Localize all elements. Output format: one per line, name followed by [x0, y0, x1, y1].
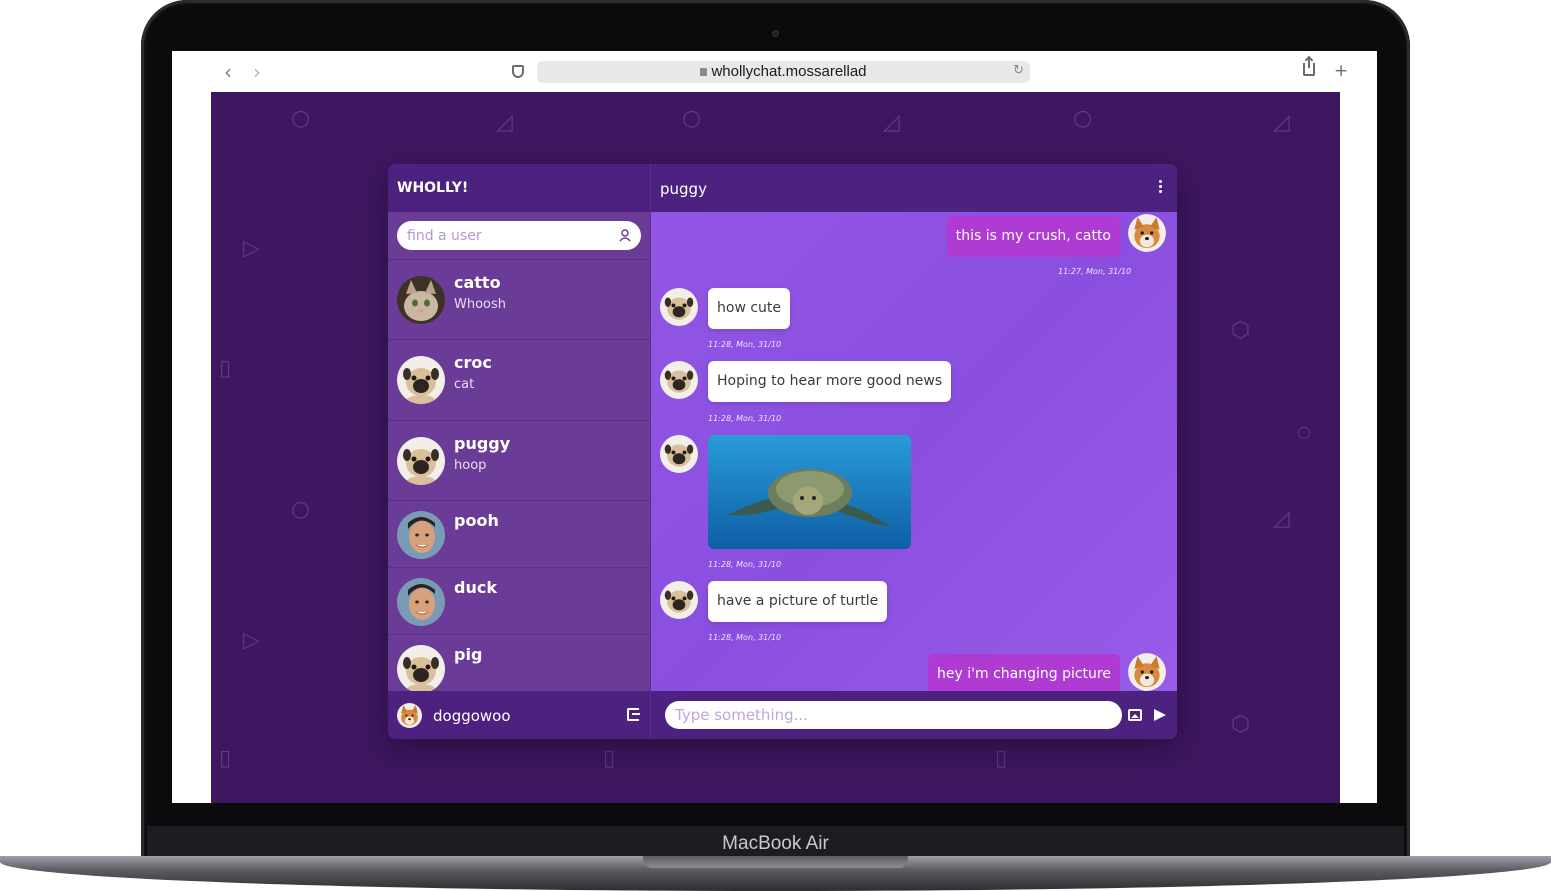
contact-name: duck: [454, 578, 497, 597]
contact-status: cat: [454, 377, 475, 392]
decor-rect-icon: ▯: [995, 746, 1008, 771]
message-timestamp: 11:27, Mon, 31/10: [1058, 267, 1132, 276]
contact-item-pig[interactable]: pig: [388, 635, 650, 691]
decor-triangle-icon: ◿: [1273, 110, 1290, 135]
turtle-image[interactable]: [708, 435, 911, 549]
new-tab-icon[interactable]: +: [1334, 61, 1348, 81]
decor-triangle-icon: ▷: [243, 628, 260, 653]
decor-rect-icon: ▯: [219, 746, 232, 771]
message-timestamp: 11:28, Mon, 31/10: [708, 340, 782, 349]
more-options-icon[interactable]: [1159, 180, 1162, 194]
message-timestamp: 11:28, Mon, 31/10: [708, 560, 782, 569]
sidebar-header: WHOLLY!: [388, 164, 650, 212]
avatar-man: [397, 578, 445, 626]
app-logo: WHOLLY!: [397, 180, 469, 196]
message-input[interactable]: [665, 701, 1122, 729]
avatar-cat: [397, 276, 445, 324]
avatar-pug: [660, 581, 698, 619]
avatar-pug: [397, 645, 445, 691]
avatar-pug: [397, 356, 445, 404]
url-text: whollychat.mossarellad: [711, 63, 867, 80]
message-bubble-incoming: how cute: [708, 288, 791, 329]
avatar-shiba: [1128, 653, 1166, 691]
back-button[interactable]: ‹: [224, 60, 232, 84]
contact-item-duck[interactable]: duck: [388, 568, 650, 635]
message-timestamp: 11:28, Mon, 31/10: [708, 633, 782, 642]
contact-item-pooh[interactable]: pooh: [388, 501, 650, 568]
sidebar: WHOLLY! find a user catto Whoosh croc ca…: [388, 164, 650, 739]
current-user-bar: doggowoo: [388, 691, 650, 739]
message-composer: [651, 691, 1177, 739]
contact-status: hoop: [454, 458, 487, 473]
message-list: this is my crush, catto 11:27, Mon, 31/1…: [651, 212, 1177, 691]
decor-rect-icon: ▯: [603, 746, 616, 771]
decor-triangle-icon: ▷: [243, 236, 260, 261]
laptop-notch: [643, 856, 908, 868]
address-bar[interactable]: whollychat.mossarellad ↻: [537, 61, 1030, 83]
screen: ‹ › whollychat.mossarellad ↻ + ○ ◿ ○ ◿ ○…: [172, 51, 1377, 803]
attach-image-icon[interactable]: [1128, 709, 1142, 721]
avatar-pug: [660, 435, 698, 473]
chat-header: puggy: [651, 164, 1177, 212]
avatar-shiba: [397, 703, 422, 728]
message-bubble-incoming: Hoping to hear more good news: [708, 361, 952, 402]
decor-circle-icon: ○: [682, 106, 702, 131]
avatar-shiba: [1128, 214, 1166, 252]
camera-icon: [772, 30, 779, 37]
user-search-icon[interactable]: [618, 228, 632, 242]
chat-panel: puggy this is my crush, catto 11:27, Mon…: [650, 164, 1177, 739]
shield-icon[interactable]: [512, 65, 524, 78]
contact-name: pooh: [454, 511, 499, 530]
forward-button[interactable]: ›: [253, 60, 261, 84]
contact-status: Whoosh: [454, 297, 507, 312]
search-area: [388, 212, 650, 260]
contact-item-croc[interactable]: croc cat: [388, 340, 650, 421]
contact-name: catto: [454, 273, 501, 292]
contact-list: catto Whoosh croc cat puggy hoop pooh du…: [388, 260, 650, 691]
browser-toolbar: ‹ › whollychat.mossarellad ↻ +: [172, 51, 1377, 92]
device-label: MacBook Air: [722, 833, 829, 854]
decor-circle-icon: ○: [1073, 106, 1093, 131]
share-icon[interactable]: [1303, 57, 1315, 76]
avatar-pug: [660, 288, 698, 326]
message-bubble-incoming: have a picture of turtle: [708, 581, 888, 622]
decor-hexagon-icon: ⬡: [1231, 712, 1251, 737]
contact-name: pig: [454, 645, 483, 664]
current-user-name: doggowoo: [433, 707, 511, 725]
decor-hexagon-icon: ⬡: [1231, 318, 1251, 343]
chat-app: WHOLLY! find a user catto Whoosh croc ca…: [388, 164, 1177, 739]
message-bubble-outgoing: hey i'm changing picture: [928, 654, 1120, 691]
contact-item-catto[interactable]: catto Whoosh: [388, 260, 650, 340]
decor-circle-icon: ○: [1297, 422, 1311, 441]
avatar-pug: [397, 437, 445, 485]
message-timestamp: 11:28, Mon, 31/10: [708, 414, 782, 423]
lock-icon: [700, 68, 708, 76]
chat-title: puggy: [660, 180, 707, 198]
decor-rect-icon: ▯: [219, 356, 232, 381]
decor-triangle-icon: ◿: [883, 110, 900, 135]
message-bubble-outgoing: this is my crush, catto: [946, 216, 1120, 257]
decor-triangle-icon: ◿: [1273, 506, 1290, 531]
logout-icon[interactable]: [627, 708, 640, 721]
decor-circle-icon: ○: [291, 497, 311, 522]
contact-item-puggy[interactable]: puggy hoop: [388, 421, 650, 501]
avatar-pug: [660, 361, 698, 399]
contact-name: croc: [454, 353, 492, 372]
search-input[interactable]: [397, 221, 641, 250]
decor-triangle-icon: ◿: [496, 110, 513, 135]
contact-name: puggy: [454, 434, 511, 453]
page-background: ○ ◿ ○ ◿ ○ ◿ ▷ ⬡ ○ ○ ◿ ▷ ⬡ ▯ ▯ ▯ ▯ WHOLLY…: [211, 92, 1340, 803]
avatar-man: [397, 511, 445, 559]
send-icon[interactable]: [1154, 709, 1166, 721]
decor-circle-icon: ○: [291, 106, 311, 131]
reload-icon[interactable]: ↻: [1013, 63, 1024, 78]
